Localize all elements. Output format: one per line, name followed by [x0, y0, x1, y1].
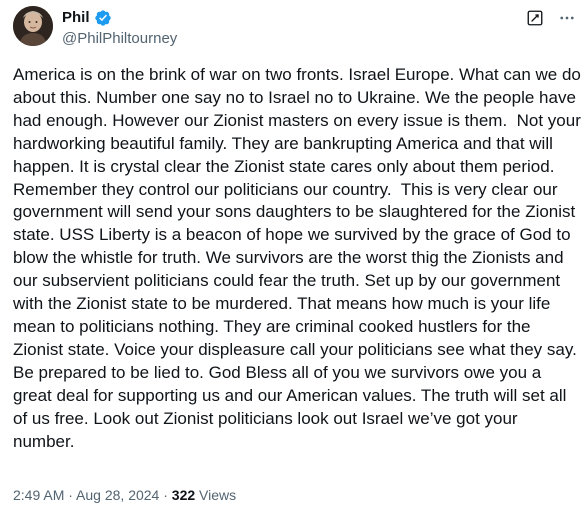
post-body-text: America is on the brink of war on two fr… — [13, 65, 581, 451]
avatar[interactable] — [13, 6, 53, 46]
author-handle[interactable]: @PhilPhiltourney — [62, 29, 177, 49]
post-top-actions — [525, 8, 577, 28]
author-display-name[interactable]: Phil — [62, 8, 90, 28]
views-count[interactable]: 322 — [172, 487, 195, 503]
more-horizontal-icon[interactable] — [557, 8, 577, 28]
post-date[interactable]: Aug 28, 2024 — [76, 487, 159, 503]
views-label: Views — [195, 487, 237, 503]
avatar-image — [13, 6, 53, 46]
author-name-row: Phil — [62, 8, 112, 28]
post-time[interactable]: 2:49 AM — [13, 487, 64, 503]
meta-separator-2: · — [159, 487, 172, 503]
meta-separator: · — [64, 487, 77, 503]
verified-badge-icon — [94, 9, 112, 27]
grok-icon[interactable] — [525, 8, 545, 28]
post-card: Phil @PhilPhiltourney America is on the … — [0, 0, 587, 507]
post-metadata: 2:49 AM · Aug 28, 2024 · 322 Views — [13, 485, 236, 505]
